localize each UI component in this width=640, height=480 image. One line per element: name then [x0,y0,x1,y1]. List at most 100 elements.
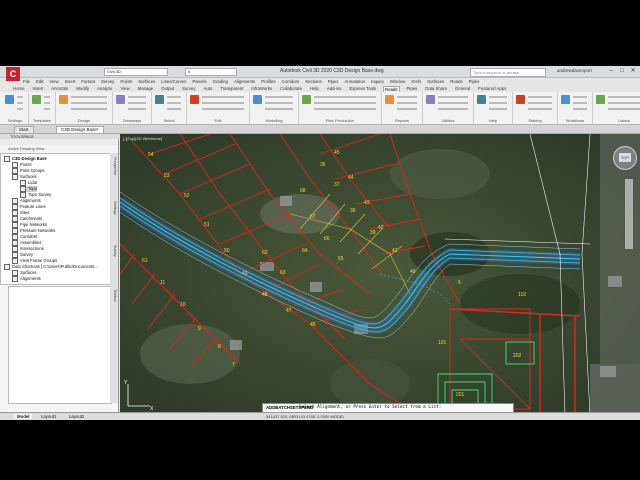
menu-item-survey[interactable]: Survey [100,79,115,84]
ribbon-tool-button[interactable] [397,96,417,98]
ribbon-tool-button[interactable] [528,102,552,104]
maximize-icon[interactable]: □ [617,67,627,75]
doc-tab-design-base[interactable]: C3D Design Base* [56,126,104,134]
tab-express-tools[interactable]: Express Tools [348,86,377,91]
ribbon-tool-button[interactable] [265,96,293,98]
tab-manage[interactable]: Manage [137,86,155,91]
minimize-icon[interactable]: – [606,67,616,75]
ribbon-tool-icon[interactable] [302,95,311,104]
tab-view[interactable]: View [119,86,130,91]
ribbon-tool-icon[interactable] [116,95,125,104]
ribbon-tool-button[interactable] [17,96,23,98]
menu-item-surfaces[interactable]: Surfaces [137,79,156,84]
drawing-canvas[interactable]: 5453525150494847464544434241403938373668… [120,134,640,416]
tab-annotate[interactable]: Annotate [50,86,69,91]
ribbon-tool-button[interactable] [314,102,376,104]
ribbon-tool-button[interactable] [438,96,468,98]
tree-item[interactable]: Alignments [12,276,41,282]
tab-transparent[interactable]: Transparent [219,86,244,91]
ribbon-tool-icon[interactable] [32,95,41,104]
ribbon-tool-icon[interactable] [477,95,486,104]
toolspace-tab-survey[interactable]: Survey [111,245,117,257]
menu-item-roads[interactable]: Roads [449,79,463,84]
menu-item-format[interactable]: Format [80,79,96,84]
menu-item-lines-curves[interactable]: Lines/Curves [160,79,187,84]
menu-item-sections[interactable]: Sections [304,79,322,84]
ribbon-tool-button[interactable] [489,108,507,110]
tab-featured-apps[interactable]: Featured Apps [477,86,507,91]
ribbon-tool-button[interactable] [71,102,107,104]
drawing-viewport[interactable]: 54 53 52 51 50 49 48 47 46 45 44 43 42 41 40 39 38 37 36 68… [120,134,640,416]
menu-item-xrefs[interactable]: Xrefs [410,79,422,84]
ribbon-tool-button[interactable] [608,102,640,104]
tab-collaborate[interactable]: Collaborate [279,86,303,91]
ribbon-tool-button[interactable] [202,108,244,110]
tab-output[interactable]: Output [160,86,175,91]
layer-select[interactable]: 0 [185,68,237,76]
menu-item-file[interactable]: File [22,79,31,84]
ribbon-tool-button[interactable] [608,108,640,110]
tab-survey[interactable]: Survey [181,86,196,91]
ribbon-tool-icon[interactable] [426,95,435,104]
ribbon-tool-button[interactable] [528,108,552,110]
tab-data-share[interactable]: Data Share [424,86,448,91]
tab-pipes[interactable]: Pipes [406,86,419,91]
toolspace-view-select[interactable]: Active Drawing View [8,146,44,151]
ribbon-tool-icon[interactable] [516,95,525,104]
menu-item-annotation[interactable]: Annotation [343,79,366,84]
ribbon-tool-button[interactable] [71,96,107,98]
ribbon-tool-icon[interactable] [155,95,164,104]
ribbon-tool-button[interactable] [438,108,468,110]
ribbon-tool-button[interactable] [44,102,50,104]
tab-layout2[interactable]: Layout2 [66,414,87,419]
ribbon-tool-button[interactable] [44,108,50,110]
ribbon-tool-button[interactable] [489,102,507,104]
doc-tab-start[interactable]: Start [14,126,34,134]
ribbon-tool-button[interactable] [17,108,23,110]
viewcube[interactable]: TOP [613,146,637,170]
tab-model[interactable]: Model [14,414,33,419]
ribbon-tool-button[interactable] [489,96,507,98]
menu-item-pipes[interactable]: Pipes [327,79,340,84]
search-input[interactable]: Type a keyword or phrase [470,68,546,77]
tab-home[interactable]: Home [12,86,25,91]
menu-item-grading[interactable]: Grading [212,79,229,84]
menu-item-surfaces[interactable]: Surfaces [426,79,445,84]
viewcube-top-face[interactable]: TOP [619,153,631,162]
ribbon-tool-button[interactable] [71,108,107,110]
tab-general[interactable]: General [454,86,471,91]
tab-analyze[interactable]: Analyze [96,86,113,91]
ribbon-tool-button[interactable] [573,108,587,110]
menu-item-alignments[interactable]: Alignments [233,79,256,84]
ribbon-tool-button[interactable] [573,102,587,104]
ribbon-tool-button[interactable] [167,96,181,98]
workspace-select[interactable]: Civil 3D [104,68,168,76]
ribbon-tool-button[interactable] [128,102,146,104]
tab-infraworks[interactable]: InfraWorks [250,86,273,91]
app-logo-icon[interactable]: C [6,67,20,81]
viewport-controls-label[interactable]: [-][Top][2D Wireframe] [123,136,162,141]
menu-item-profiles[interactable]: Profiles [260,79,276,84]
ribbon-tool-icon[interactable] [5,95,14,104]
ribbon-tool-button[interactable] [167,108,181,110]
toolspace-tab-toolbox[interactable]: Toolbox [111,289,117,302]
ribbon-tool-button[interactable] [167,102,181,104]
menu-item-view[interactable]: View [48,79,59,84]
ribbon-tool-button[interactable] [128,108,146,110]
ribbon-tool-icon[interactable] [385,95,394,104]
ribbon-tool-button[interactable] [397,102,417,104]
ribbon-tool-button[interactable] [314,96,376,98]
ribbon-tool-button[interactable] [265,108,293,110]
ribbon-tool-button[interactable] [528,96,552,98]
ribbon-tool-icon[interactable] [59,95,68,104]
menu-item-inquiry[interactable]: Inquiry [370,79,385,84]
ribbon-tool-icon[interactable] [596,95,605,104]
ribbon-tool-button[interactable] [202,102,244,104]
menu-item-corridors[interactable]: Corridors [281,79,301,84]
tab-modify[interactable]: Modify [75,86,90,91]
tab-insert[interactable]: Insert [31,86,44,91]
menu-item-window[interactable]: Window [389,79,406,84]
ribbon-tool-button[interactable] [438,102,468,104]
tab-auto[interactable]: Auto [202,86,213,91]
toolspace-tab-settings[interactable]: Settings [111,201,117,215]
